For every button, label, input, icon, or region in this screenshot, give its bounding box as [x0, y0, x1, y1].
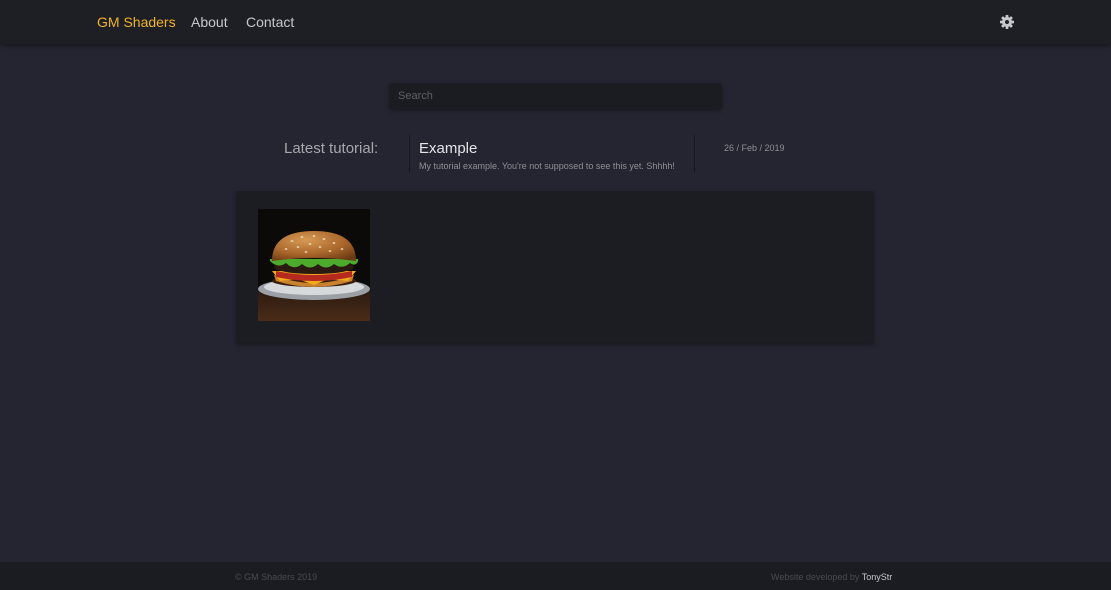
nav-link-contact[interactable]: Contact [246, 14, 294, 30]
latest-tutorial-label: Latest tutorial: [284, 140, 379, 157]
footer-credit-prefix: Website developed by [771, 572, 862, 582]
nav-link-about[interactable]: About [191, 14, 228, 30]
tutorial-title: Example [419, 140, 478, 157]
tutorial-description: My tutorial example. You're not supposed… [419, 161, 675, 171]
footer-credit: Website developed by TonyStr [771, 572, 892, 582]
footer-author-link[interactable]: TonyStr [862, 572, 893, 582]
tutorial-date: 26 / Feb / 2019 [724, 143, 785, 153]
gallery-panel [236, 191, 874, 343]
top-navbar: GM Shaders About Contact [0, 0, 1111, 44]
brand-link[interactable]: GM Shaders [97, 14, 176, 30]
gear-icon[interactable] [999, 14, 1015, 30]
burger-thumbnail[interactable] [258, 209, 370, 321]
footer: © GM Shaders 2019 Website developed by T… [0, 562, 1111, 590]
footer-copyright: © GM Shaders 2019 [235, 572, 318, 582]
latest-tutorial-card[interactable]: Example My tutorial example. You're not … [409, 135, 695, 172]
search-input[interactable] [389, 83, 722, 109]
